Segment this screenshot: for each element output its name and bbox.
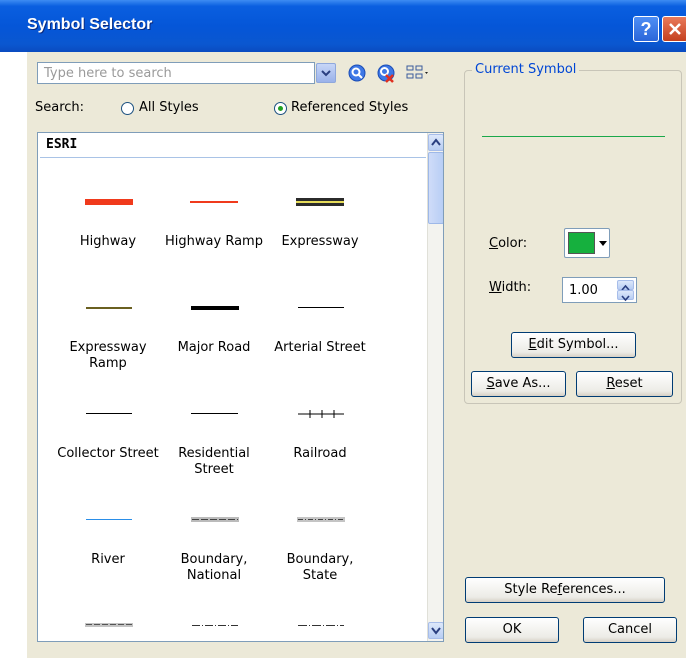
- symbol-selector-window: Symbol Selector ? Type here to search Se…: [0, 0, 686, 658]
- symbol-preview-boundary-state[interactable]: [264, 516, 376, 526]
- symbol-preview-expressway[interactable]: [264, 198, 376, 208]
- symbol-item[interactable]: Major Road: [158, 340, 270, 356]
- search-dropdown-button[interactable]: [316, 63, 336, 83]
- list-scrollbar[interactable]: [427, 133, 443, 641]
- current-symbol-label: Current Symbol: [472, 62, 580, 77]
- window-title: Symbol Selector: [27, 16, 153, 33]
- symbol-item[interactable]: River: [52, 552, 164, 568]
- view-options-icon[interactable]: [405, 63, 431, 83]
- symbol-preview-railroad[interactable]: [264, 410, 376, 420]
- close-icon: [669, 23, 681, 35]
- search-input[interactable]: Type here to search: [37, 62, 315, 84]
- ok-button[interactable]: OK: [465, 617, 559, 643]
- symbol-preview-collector-street[interactable]: [52, 410, 164, 420]
- chevron-down-icon: [431, 627, 441, 635]
- symbol-item[interactable]: Expressway: [264, 234, 376, 250]
- save-as-button[interactable]: Save As...: [471, 371, 566, 397]
- reset-button[interactable]: Reset: [576, 371, 673, 397]
- dialog-body: Type here to search Search: All Styles R…: [27, 52, 686, 658]
- symbol-preview-highway[interactable]: [52, 198, 164, 208]
- style-references-button[interactable]: Style References...: [465, 577, 665, 603]
- symbol-item[interactable]: Collector Street: [52, 446, 164, 462]
- symbol-item[interactable]: Highway: [52, 234, 164, 250]
- width-label: Width:: [489, 280, 532, 295]
- spin-down-button[interactable]: [617, 290, 634, 302]
- symbol-preview-expressway-ramp[interactable]: [52, 304, 164, 314]
- cancel-button[interactable]: Cancel: [583, 617, 677, 643]
- symbol-item[interactable]: Railroad: [264, 446, 376, 462]
- symbol-item[interactable]: Expressway Ramp: [52, 340, 164, 372]
- edit-symbol-button[interactable]: Edit Symbol...: [511, 332, 636, 358]
- chevron-down-icon: [321, 70, 331, 77]
- style-group-header: ESRI: [46, 137, 78, 152]
- symbol-preview-boundary-national[interactable]: [158, 516, 270, 526]
- help-button[interactable]: ?: [633, 16, 659, 42]
- dropdown-arrow-icon: [599, 241, 607, 246]
- scroll-up-button[interactable]: [428, 134, 443, 151]
- width-spinner[interactable]: [617, 280, 634, 302]
- referenced-styles-label[interactable]: Referenced Styles: [291, 100, 408, 115]
- symbol-item[interactable]: Boundary, State: [264, 552, 376, 584]
- symbol-preview-boundary-dash-dot[interactable]: [264, 622, 376, 632]
- symbol-preview-residential-street[interactable]: [158, 410, 270, 420]
- referenced-styles-radio[interactable]: [274, 102, 287, 115]
- symbol-item[interactable]: Arterial Street: [264, 340, 376, 356]
- color-label: Color:: [489, 236, 528, 251]
- symbol-preview-boundary-county[interactable]: [52, 622, 164, 632]
- width-value: 1.00: [569, 283, 598, 298]
- title-bar[interactable]: Symbol Selector ?: [0, 0, 686, 52]
- symbol-item[interactable]: Highway Ramp: [158, 234, 270, 250]
- search-icon[interactable]: [347, 63, 367, 83]
- header-divider: [40, 157, 426, 158]
- symbol-item[interactable]: Boundary, National: [158, 552, 270, 584]
- symbol-preview-river[interactable]: [52, 516, 164, 526]
- symbol-preview-highway-ramp[interactable]: [158, 198, 270, 208]
- symbol-list[interactable]: ESRI Highway Highway Ramp Expressway Exp…: [37, 132, 444, 642]
- all-styles-radio[interactable]: [121, 102, 134, 115]
- color-swatch: [568, 232, 595, 254]
- chevron-up-icon: [431, 138, 441, 146]
- symbol-preview-major-road[interactable]: [158, 304, 270, 314]
- width-field[interactable]: 1.00: [562, 277, 637, 303]
- all-styles-label[interactable]: All Styles: [139, 100, 199, 115]
- scroll-thumb[interactable]: [428, 152, 443, 224]
- current-symbol-preview: [482, 136, 665, 137]
- color-picker-button[interactable]: [564, 228, 610, 258]
- symbol-preview-boundary-dashed[interactable]: [158, 622, 270, 632]
- spin-up-button[interactable]: [617, 280, 634, 291]
- symbol-preview-arterial-street[interactable]: [264, 304, 376, 314]
- search-scope-label: Search:: [35, 100, 85, 115]
- symbol-item[interactable]: Residential Street: [158, 446, 270, 478]
- scroll-down-button[interactable]: [428, 622, 443, 639]
- chevron-down-icon: [621, 295, 630, 302]
- clear-search-icon[interactable]: [376, 63, 396, 83]
- close-button[interactable]: [662, 16, 686, 42]
